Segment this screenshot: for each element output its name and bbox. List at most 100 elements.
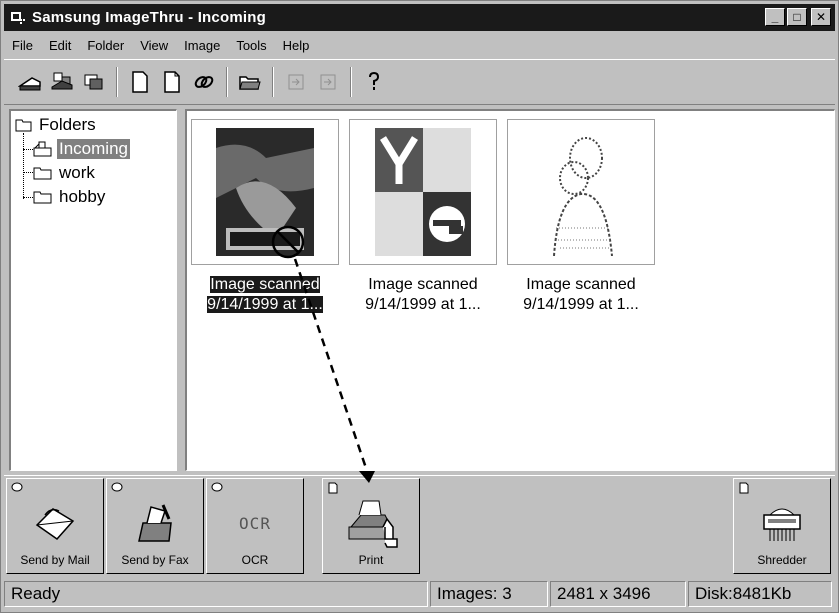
link-button[interactable] xyxy=(190,68,218,96)
pane-splitter[interactable] xyxy=(177,109,185,471)
ocr-button[interactable]: OCR OCR xyxy=(206,478,304,574)
info-badge-icon xyxy=(211,482,223,492)
app-window: Samsung ImageThru - Incoming _ □ ✕ File … xyxy=(0,0,839,613)
menu-help[interactable]: Help xyxy=(275,38,318,53)
folder-icon xyxy=(33,191,52,204)
mail-icon xyxy=(35,508,75,540)
image-caption[interactable]: Image scanned 9/14/1999 at 1... xyxy=(503,275,659,315)
tree-item-label: Incoming xyxy=(57,139,130,159)
action-label: Send by Mail xyxy=(20,553,90,567)
caption-line2: 9/14/1999 at 1... xyxy=(207,296,323,313)
image-thumbnail[interactable] xyxy=(191,119,339,265)
minimize-button[interactable]: _ xyxy=(765,8,785,26)
action-label: OCR xyxy=(241,553,269,567)
scan-multi-icon xyxy=(51,72,73,90)
tree-connector xyxy=(23,172,33,173)
export-icon xyxy=(320,74,336,90)
print-button[interactable]: Print xyxy=(322,478,420,574)
caption-line2: 9/14/1999 at 1... xyxy=(523,296,639,313)
close-button[interactable]: ✕ xyxy=(811,8,831,26)
toolbar-separator xyxy=(226,67,228,97)
acquire-button[interactable] xyxy=(80,68,108,96)
scan-multi-button[interactable] xyxy=(48,68,76,96)
window-controls: _ □ ✕ xyxy=(765,8,831,26)
tree-item-work[interactable]: work xyxy=(33,163,97,183)
minimize-icon: _ xyxy=(771,10,779,24)
action-label: Shredder xyxy=(757,553,807,567)
couple-portrait-thumb xyxy=(536,128,626,256)
menu-view[interactable]: View xyxy=(132,38,176,53)
send-by-mail-button[interactable]: Send by Mail xyxy=(6,478,104,574)
window-title: Samsung ImageThru - Incoming xyxy=(32,9,266,26)
image-caption[interactable]: Image scanned 9/14/1999 at 1... xyxy=(345,275,501,315)
tree-item-label: hobby xyxy=(59,187,106,206)
scan-button[interactable] xyxy=(16,68,44,96)
tree-root-label: Folders xyxy=(39,115,96,134)
import-icon xyxy=(288,74,304,90)
menu-file[interactable]: File xyxy=(4,38,41,53)
folder-icon xyxy=(33,167,52,180)
open-folder-button[interactable] xyxy=(236,68,264,96)
status-dimensions: 2481 x 3496 xyxy=(550,581,686,607)
action-label: Print xyxy=(358,553,384,567)
status-image-count: Images: 3 xyxy=(430,581,548,607)
caption-line1: Image scanned xyxy=(526,276,636,293)
tree-connector xyxy=(23,149,33,150)
close-icon: ✕ xyxy=(815,10,827,24)
open-folder-icon xyxy=(239,76,261,90)
toolbar-separator xyxy=(116,67,118,97)
import-button[interactable] xyxy=(282,68,310,96)
export-button[interactable] xyxy=(314,68,342,96)
toolbar-separator xyxy=(272,67,274,97)
menu-folder[interactable]: Folder xyxy=(79,38,132,53)
title-bar[interactable]: Samsung ImageThru - Incoming _ □ ✕ xyxy=(4,4,835,31)
inbox-folder-icon xyxy=(33,141,52,157)
ocr-icon: OCR xyxy=(239,513,271,533)
letters-ye-thumb xyxy=(375,128,471,256)
document-badge-icon xyxy=(328,482,338,494)
image-thumbnail[interactable] xyxy=(349,119,497,265)
xpress-figure-thumb xyxy=(216,128,314,256)
status-bar: Ready Images: 3 2481 x 3496 Disk:8481Kb xyxy=(4,581,835,609)
caption-line1: Image scanned xyxy=(368,276,478,293)
folder-tree: Folders Incoming work hobby xyxy=(9,109,177,471)
image-thumbnail[interactable] xyxy=(507,119,655,265)
help-button[interactable] xyxy=(360,68,388,96)
toolbar-separator xyxy=(350,67,352,97)
action-label: Send by Fax xyxy=(121,553,189,567)
shredder-button[interactable]: Shredder xyxy=(733,478,831,574)
maximize-icon: □ xyxy=(793,10,801,24)
link-icon xyxy=(194,76,214,88)
folder-icon xyxy=(15,119,32,132)
status-text: Ready xyxy=(4,581,428,607)
menu-tools[interactable]: Tools xyxy=(228,38,274,53)
document-badge-icon xyxy=(739,482,749,494)
send-by-fax-button[interactable]: Send by Fax xyxy=(106,478,204,574)
fax-icon xyxy=(138,504,172,542)
menu-edit[interactable]: Edit xyxy=(41,38,79,53)
tree-item-incoming[interactable]: Incoming xyxy=(33,139,130,159)
status-disk: Disk:8481Kb xyxy=(688,581,832,607)
new-document-button[interactable] xyxy=(126,68,154,96)
printer-icon xyxy=(348,500,398,548)
help-icon xyxy=(369,71,380,90)
acquire-icon xyxy=(84,74,103,90)
copy-document-button[interactable] xyxy=(158,68,186,96)
image-pane: Image scanned 9/14/1999 at 1... Image sc… xyxy=(185,109,835,471)
tree-item-hobby[interactable]: hobby xyxy=(33,187,107,207)
info-badge-icon xyxy=(111,482,123,492)
shredder-icon xyxy=(763,508,801,541)
menu-image[interactable]: Image xyxy=(176,38,228,53)
info-badge-icon xyxy=(11,482,23,492)
tree-connector xyxy=(23,133,24,199)
toolbar xyxy=(4,59,835,105)
scanner-icon xyxy=(18,77,41,91)
image-caption[interactable]: Image scanned 9/14/1999 at 1... xyxy=(187,275,343,315)
tree-root-folders[interactable]: Folders xyxy=(15,115,98,135)
new-document-icon xyxy=(132,71,148,93)
copy-document-icon xyxy=(164,71,180,93)
action-bar: Send by Mail Send by Fax OCR OCR Print S… xyxy=(4,475,835,577)
caption-line2: 9/14/1999 at 1... xyxy=(365,296,481,313)
maximize-button[interactable]: □ xyxy=(787,8,807,26)
app-icon[interactable] xyxy=(8,8,28,28)
